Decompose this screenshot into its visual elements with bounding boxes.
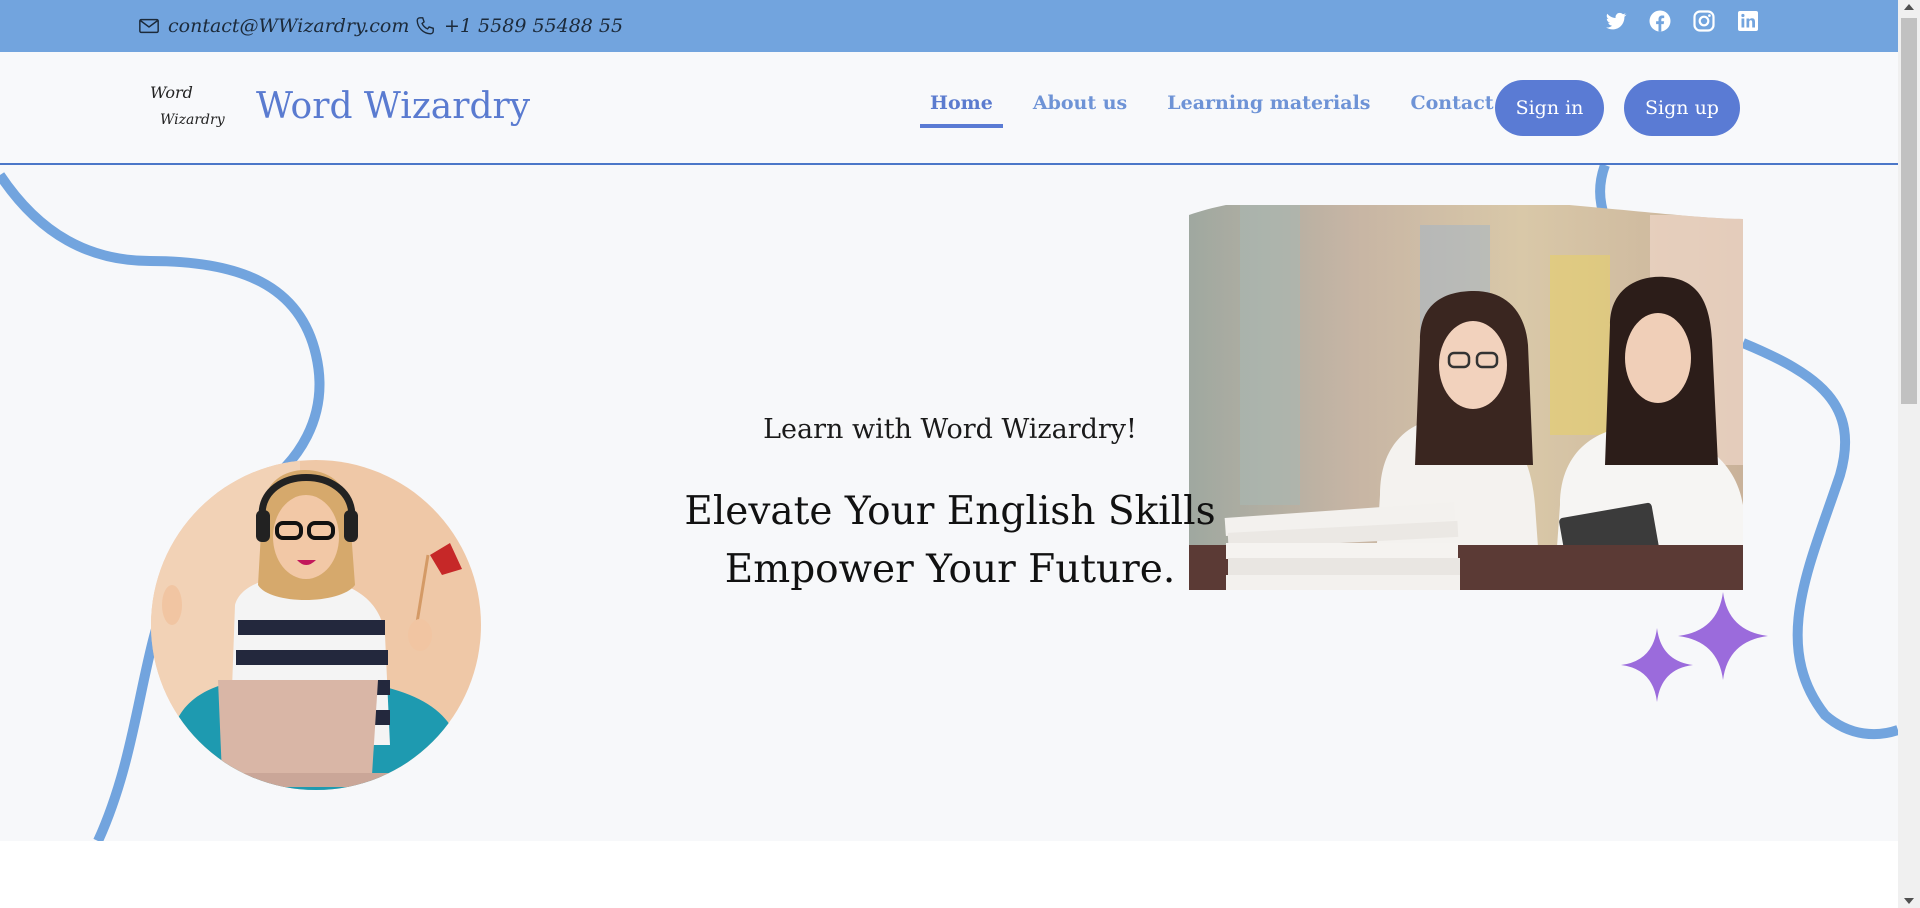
right-decorative-curve <box>1741 338 1898 740</box>
hero-headline: Elevate Your English Skills Empower Your… <box>620 483 1280 599</box>
phone-contact[interactable]: +1 5589 55488 55 <box>414 0 623 52</box>
nav-learning-materials[interactable]: Learning materials <box>1167 92 1370 114</box>
student-with-headphones-image <box>151 460 481 790</box>
nav-about[interactable]: About us <box>1033 92 1127 114</box>
linkedin-icon[interactable] <box>1736 9 1760 33</box>
site-header: Word Wizardry Word Wizardry Home About u… <box>0 52 1898 165</box>
social-links <box>1604 9 1760 33</box>
small-sparkle-icon <box>1621 628 1693 702</box>
scroll-down-arrow-icon[interactable] <box>1904 898 1914 904</box>
large-sparkle-icon <box>1678 592 1768 680</box>
email-contact[interactable]: contact@WWizardry.com <box>138 0 409 52</box>
hero-tagline: Learn with Word Wizardry! <box>763 414 1137 445</box>
email-text[interactable]: contact@WWizardry.com <box>168 15 409 37</box>
top-contact-bar: contact@WWizardry.com +1 5589 55488 55 <box>0 0 1898 52</box>
nav-home[interactable]: Home <box>920 92 1003 128</box>
headline-line-2: Empower Your Future. <box>724 547 1176 592</box>
headline-line-1: Elevate Your English Skills <box>684 489 1216 534</box>
scroll-up-arrow-icon[interactable] <box>1904 4 1914 10</box>
sign-up-button[interactable]: Sign up <box>1624 80 1740 136</box>
brand-name[interactable]: Word Wizardry <box>256 86 530 127</box>
envelope-icon <box>139 18 159 34</box>
sign-in-button[interactable]: Sign in <box>1495 80 1604 136</box>
phone-text[interactable]: +1 5589 55488 55 <box>444 15 623 37</box>
svg-text:Wizardry: Wizardry <box>160 112 226 128</box>
hero-section: Learn with Word Wizardry! Elevate Your E… <box>0 165 1898 841</box>
twitter-icon[interactable] <box>1604 9 1628 33</box>
instagram-icon[interactable] <box>1692 9 1716 33</box>
vertical-scrollbar[interactable] <box>1898 0 1920 908</box>
phone-icon <box>416 17 434 35</box>
scrollbar-thumb[interactable] <box>1901 18 1917 404</box>
main-nav: Home About us Learning materials Contact… <box>920 92 1525 128</box>
svg-text:Word: Word <box>150 83 193 102</box>
facebook-icon[interactable] <box>1648 9 1672 33</box>
site-logo[interactable]: Word Wizardry <box>148 78 232 136</box>
